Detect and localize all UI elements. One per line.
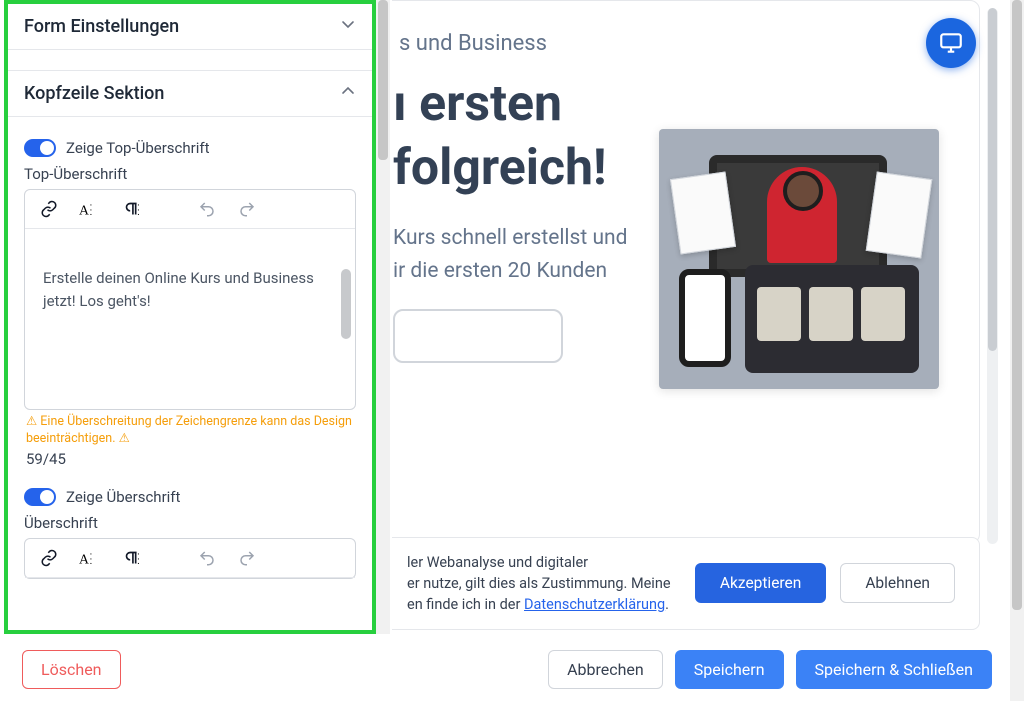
top-heading-editor: A••• ••• Erstelle deinen Online Kurs und… [24, 189, 356, 410]
chevron-down-icon [340, 16, 356, 37]
section-form-settings-title: Form Einstellungen [24, 16, 179, 37]
heading-editor: A••• ••• [24, 538, 356, 579]
editor-sidebar: Form Einstellungen Kopfzeile Sektion Zei… [4, 0, 376, 634]
undo-icon[interactable] [197, 549, 217, 567]
toggle-show-heading[interactable] [24, 488, 56, 506]
preview-scrollbar[interactable] [987, 8, 998, 544]
heading-field-label: Überschrift [24, 514, 356, 532]
cookie-deny-button[interactable]: Ablehnen [840, 563, 955, 603]
save-close-button[interactable]: Speichern & Schließen [796, 650, 992, 689]
font-size-icon[interactable]: A••• [79, 200, 101, 218]
save-button[interactable]: Speichern [675, 650, 784, 689]
char-counter: 59/45 [24, 450, 356, 478]
preview-frame: s und Business ı ersten folgreich! Kurs … [392, 0, 980, 544]
font-size-icon[interactable]: A••• [79, 549, 101, 567]
sidebar-outer-scrollbar[interactable] [376, 0, 390, 634]
preview-subheading: Kurs schnell erstellst und ir die ersten… [393, 222, 629, 287]
preview-top-heading: s und Business [393, 31, 629, 56]
svg-text:A: A [79, 203, 89, 218]
link-icon[interactable] [39, 549, 59, 567]
char-limit-warning: ⚠ Eine Überschreitung der Zeichengrenze … [24, 410, 356, 450]
editor-scrollbar[interactable] [341, 269, 351, 339]
preview-heading: ı ersten folgreich! [393, 72, 629, 200]
monitor-icon [938, 30, 964, 56]
paragraph-icon[interactable]: ••• [121, 200, 143, 218]
svg-text:•: • [90, 561, 92, 567]
privacy-link[interactable]: Datenschutzerklärung [524, 596, 665, 613]
editor-footer: Löschen Abbrechen Speichern Speichern & … [0, 637, 1010, 701]
cookie-text: ler Webanalyse und digitaler er nutze, g… [407, 552, 671, 615]
paragraph-icon[interactable]: ••• [121, 549, 143, 567]
section-header-section-title: Kopfzeile Sektion [24, 83, 164, 104]
cancel-button[interactable]: Abbrechen [548, 650, 663, 689]
page-scrollbar[interactable] [1010, 0, 1024, 701]
cookie-banner: ler Webanalyse und digitaler er nutze, g… [392, 537, 980, 630]
redo-icon[interactable] [237, 549, 257, 567]
svg-text:•: • [138, 212, 140, 218]
section-form-settings[interactable]: Form Einstellungen [8, 4, 372, 50]
section-header-section[interactable]: Kopfzeile Sektion [8, 70, 372, 117]
chevron-up-icon [340, 83, 356, 104]
preview-canvas: s und Business ı ersten folgreich! Kurs … [392, 0, 1010, 634]
delete-button[interactable]: Löschen [22, 650, 121, 689]
top-heading-textarea[interactable]: Erstelle deinen Online Kurs und Business… [25, 229, 355, 409]
preview-product-image [659, 129, 939, 389]
top-heading-toolbar: A••• ••• [25, 190, 355, 229]
svg-text:•: • [90, 212, 92, 218]
toggle-show-heading-label: Zeige Überschrift [66, 488, 180, 506]
svg-text:•: • [138, 561, 140, 567]
redo-icon[interactable] [237, 200, 257, 218]
heading-toolbar: A••• ••• [25, 539, 355, 578]
toggle-show-top-heading-label: Zeige Top-Überschrift [66, 139, 209, 157]
section-header-body: Zeige Top-Überschrift Top-Überschrift A•… [8, 117, 372, 630]
preview-cta-input[interactable] [393, 309, 563, 363]
undo-icon[interactable] [197, 200, 217, 218]
desktop-preview-button[interactable] [926, 18, 976, 68]
sidebar-scroll[interactable]: Form Einstellungen Kopfzeile Sektion Zei… [8, 4, 372, 630]
link-icon[interactable] [39, 200, 59, 218]
cookie-accept-button[interactable]: Akzeptieren [695, 563, 826, 603]
toggle-show-top-heading[interactable] [24, 139, 56, 157]
top-heading-field-label: Top-Überschrift [24, 165, 356, 183]
svg-text:A: A [79, 551, 89, 566]
